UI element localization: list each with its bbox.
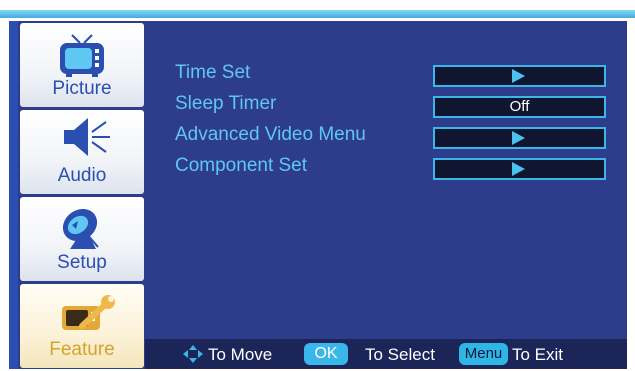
arrow-right-icon: [512, 162, 525, 176]
tv-icon: [20, 29, 144, 79]
wrench-icon: [20, 290, 144, 340]
sidebar-item-label: Audio: [57, 165, 107, 186]
menu-key-badge: Menu: [459, 343, 508, 365]
arrow-right-icon: [512, 131, 525, 145]
menu-item-advanced-video[interactable]: Advanced Video Menu: [145, 124, 627, 150]
speaker-icon: [20, 116, 144, 166]
menu-item-label: Time Set: [175, 62, 251, 83]
left-accent-strip: [9, 21, 18, 369]
sidebar-item-audio[interactable]: Audio: [20, 110, 144, 194]
sidebar-item-label: Setup: [57, 252, 107, 273]
sleep-timer-value-box[interactable]: Off: [433, 96, 606, 118]
ok-key-badge: OK: [304, 343, 348, 365]
arrow-right-icon: [512, 69, 525, 83]
menu-item-sleep-timer[interactable]: Sleep Timer Off: [145, 93, 627, 119]
sidebar: Picture Audio Setup Feature: [18, 21, 145, 369]
sidebar-item-setup[interactable]: Setup: [20, 197, 144, 281]
dpad-arrows-icon: [183, 345, 203, 368]
satellite-dish-icon: [20, 203, 144, 253]
menu-item-time-set[interactable]: Time Set: [145, 62, 627, 88]
hint-exit: To Exit: [512, 345, 564, 364]
submenu-box[interactable]: [433, 158, 606, 180]
sidebar-item-label: Picture: [52, 78, 112, 99]
submenu-box[interactable]: [433, 65, 606, 87]
help-bar: To Move OK To Select Menu To Exit: [145, 339, 627, 369]
menu-item-label: Component Set: [175, 155, 308, 176]
menu-item-component-set[interactable]: Component Set: [145, 155, 627, 181]
sidebar-item-feature[interactable]: Feature: [20, 284, 144, 368]
hint-select: To Select: [365, 345, 435, 364]
hint-move: To Move: [208, 345, 273, 364]
menu-panel: Time Set Sleep Timer Off Advanced Video …: [145, 21, 627, 339]
sidebar-item-picture[interactable]: Picture: [20, 23, 144, 107]
sleep-timer-value: Off: [509, 98, 530, 115]
menu-item-label: Sleep Timer: [175, 93, 277, 114]
top-accent-bar: [0, 10, 635, 18]
submenu-box[interactable]: [433, 127, 606, 149]
menu-item-label: Advanced Video Menu: [175, 124, 366, 145]
sidebar-item-label: Feature: [49, 339, 115, 360]
